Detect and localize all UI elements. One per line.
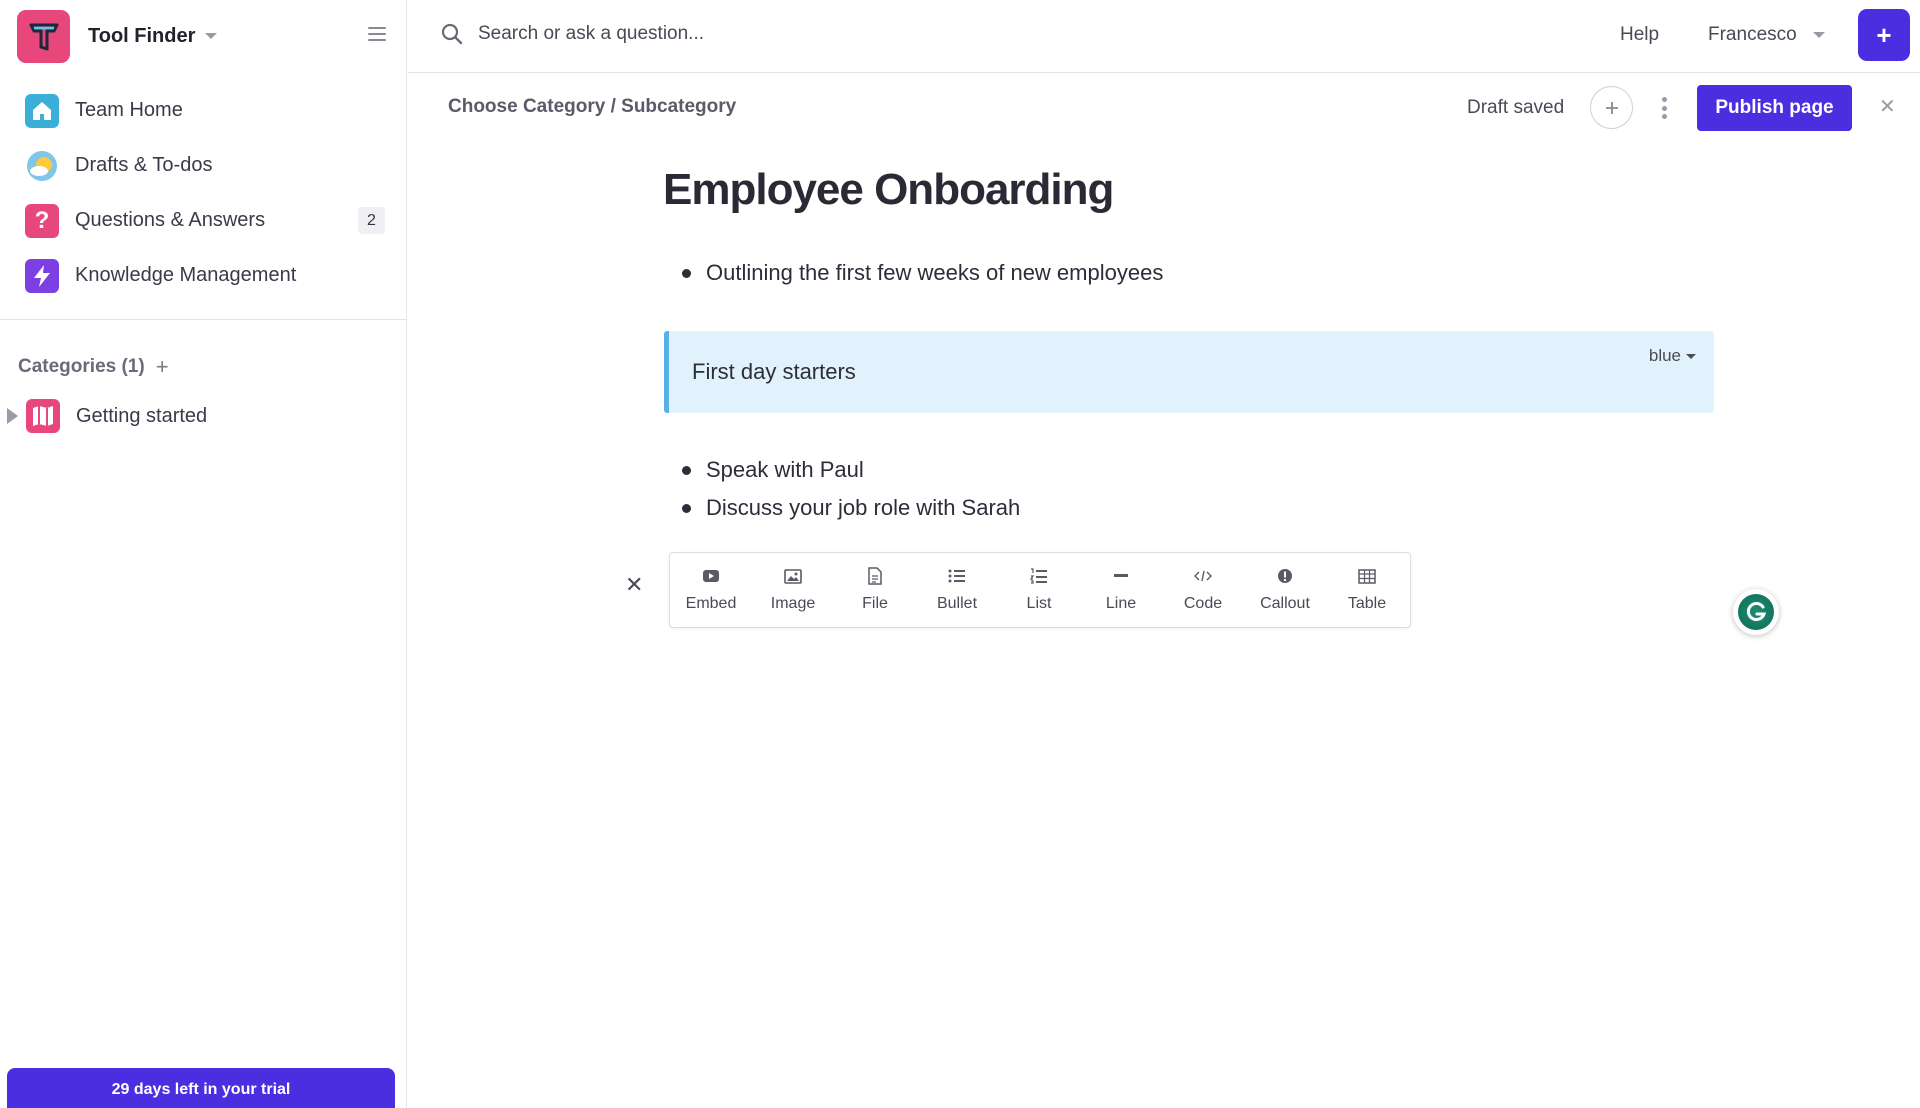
categories-title: Categories (1)	[18, 356, 145, 377]
workspace-name: Tool Finder	[88, 24, 196, 47]
code-icon	[1194, 567, 1212, 585]
category-item-getting-started[interactable]: Getting started	[0, 397, 207, 435]
map-icon	[26, 399, 60, 433]
grammarly-logo-icon	[1738, 594, 1774, 630]
file-icon	[866, 567, 884, 585]
workspace-logo-icon	[17, 9, 70, 63]
insert-line-button[interactable]: Line	[1080, 553, 1162, 627]
search-input[interactable]	[478, 16, 1078, 52]
youtube-icon	[702, 567, 720, 585]
insert-table-button[interactable]: Table	[1326, 553, 1408, 627]
insert-callout-button[interactable]: Callout	[1244, 553, 1326, 627]
grammarly-icon[interactable]	[1733, 589, 1779, 635]
publish-button[interactable]: Publish page	[1697, 85, 1852, 131]
sidebar-item-team-home[interactable]: Team Home	[0, 83, 407, 138]
categories-header: Categories (1) +	[18, 356, 169, 378]
sidebar-nav: Team Home Drafts & To-dos ? Questions & …	[0, 83, 407, 303]
list-item[interactable]: Discuss your job role with Sarah	[682, 489, 1020, 527]
insert-list-button[interactable]: List	[998, 553, 1080, 627]
callout-block[interactable]: First day starters blue	[664, 331, 1714, 413]
new-item-button[interactable]: +	[1858, 9, 1910, 61]
info-icon	[1276, 567, 1294, 585]
insert-code-button[interactable]: Code	[1162, 553, 1244, 627]
category-label: Getting started	[76, 404, 208, 427]
add-collaborator-button[interactable]	[1590, 86, 1633, 129]
insert-embed-button[interactable]: Embed	[670, 553, 752, 627]
sidebar-divider	[0, 319, 407, 320]
trial-banner[interactable]: 29 days left in your trial	[7, 1068, 395, 1108]
insert-toolbar: Embed Image File Bullet List Line Code C…	[669, 552, 1411, 628]
table-icon	[1358, 567, 1376, 585]
chevron-down-icon	[1812, 32, 1825, 38]
image-icon	[784, 567, 802, 585]
drafts-icon	[25, 149, 59, 183]
add-category-icon[interactable]: +	[156, 356, 169, 378]
bullet-list-icon	[948, 567, 966, 585]
line-icon	[1112, 567, 1130, 585]
bullet-list: Speak with Paul Discuss your job role wi…	[682, 451, 1020, 527]
list-item[interactable]: Speak with Paul	[682, 451, 1020, 489]
sidebar-item-questions[interactable]: ? Questions & Answers 2	[0, 193, 407, 248]
lightning-icon	[25, 258, 59, 293]
chevron-down-icon	[205, 33, 218, 39]
workspace-switcher[interactable]: Tool Finder	[17, 9, 218, 63]
callout-color-select[interactable]: blue	[1649, 346, 1696, 366]
list-item[interactable]: Outlining the first few weeks of new emp…	[682, 254, 1163, 292]
sidebar-item-label: Team Home	[75, 99, 183, 121]
chevron-down-icon	[1686, 353, 1696, 359]
callout-color-label: blue	[1648, 346, 1681, 365]
user-name: Francesco	[1708, 24, 1797, 45]
callout-text[interactable]: First day starters	[692, 359, 856, 385]
more-options-icon[interactable]	[1657, 97, 1671, 119]
sidebar-item-drafts[interactable]: Drafts & To-dos	[0, 138, 407, 193]
page-title[interactable]: Employee Onboarding	[663, 165, 1114, 215]
sidebar-item-label: Drafts & To-dos	[75, 154, 213, 176]
home-icon	[25, 93, 59, 128]
menu-icon[interactable]	[368, 27, 386, 41]
sidebar-item-label: Questions & Answers	[75, 209, 266, 231]
search-icon	[441, 23, 463, 45]
question-icon: ?	[25, 203, 59, 238]
numbered-list-icon	[1030, 567, 1048, 585]
help-link[interactable]: Help	[1620, 24, 1659, 46]
close-toolbar-icon[interactable]: ✕	[625, 574, 643, 596]
count-badge: 2	[358, 207, 385, 234]
sidebar: Tool Finder Team Home Drafts & To-dos ?	[0, 0, 407, 1108]
intro-bullet-list: Outlining the first few weeks of new emp…	[682, 254, 1163, 292]
top-bar: Help Francesco +	[408, 0, 1920, 73]
sidebar-item-knowledge[interactable]: Knowledge Management	[0, 248, 407, 303]
plus-icon	[1605, 101, 1618, 114]
expand-arrow-icon[interactable]	[7, 408, 18, 424]
insert-bullet-button[interactable]: Bullet	[916, 553, 998, 627]
sidebar-item-label: Knowledge Management	[75, 264, 297, 286]
draft-status: Draft saved	[1467, 97, 1565, 118]
user-menu[interactable]: Francesco	[1708, 24, 1825, 46]
insert-image-button[interactable]: Image	[752, 553, 834, 627]
breadcrumb[interactable]: Choose Category / Subcategory	[448, 96, 736, 118]
close-icon[interactable]: ✕	[1879, 97, 1896, 117]
insert-file-button[interactable]: File	[834, 553, 916, 627]
